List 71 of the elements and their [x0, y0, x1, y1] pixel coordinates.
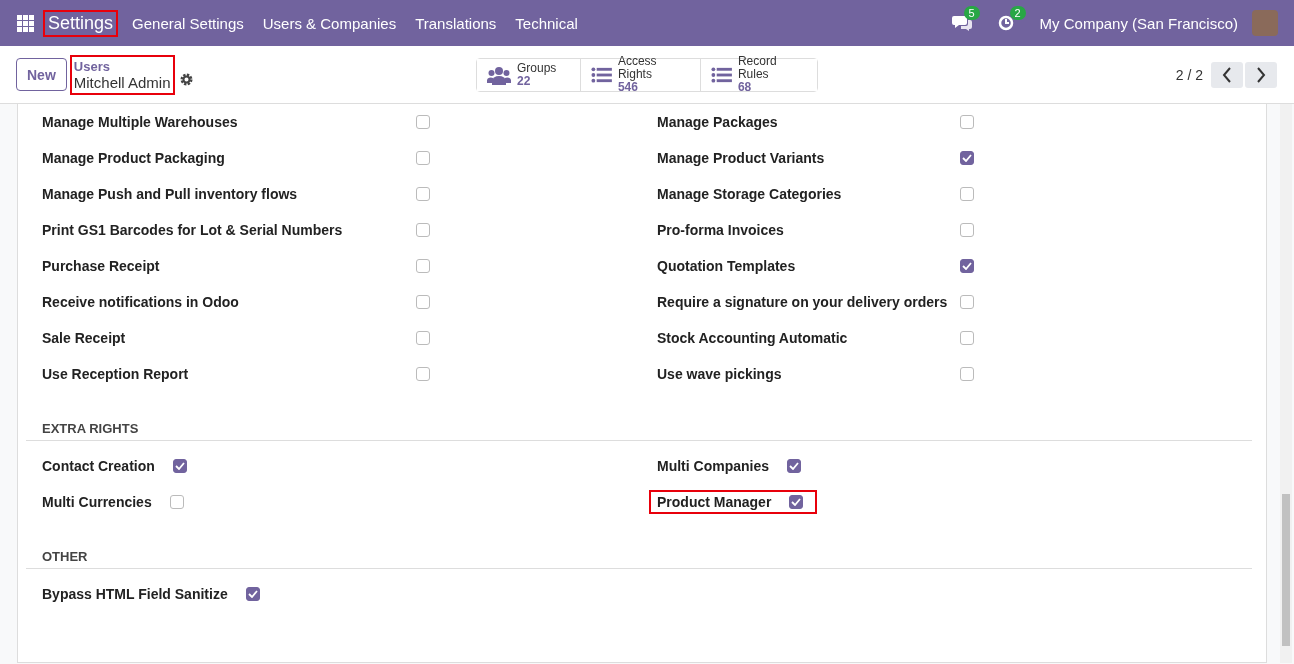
count-badge: 2	[1009, 6, 1026, 20]
users-icon	[487, 64, 511, 85]
checkbox[interactable]	[416, 367, 430, 381]
list-icon	[711, 65, 732, 84]
field-label: Manage Push and Pull inventory flows	[42, 186, 299, 202]
new-button[interactable]: New	[16, 58, 67, 91]
field-label: Use wave pickings	[657, 366, 783, 382]
field-label: Purchase Receipt	[42, 258, 161, 274]
record-title: Mitchell Admin	[73, 74, 171, 91]
checkbox[interactable]	[416, 331, 430, 345]
checkbox[interactable]	[172, 459, 187, 473]
checkbox[interactable]	[960, 331, 974, 345]
checkbox[interactable]	[960, 295, 974, 309]
app-grid-icon[interactable]	[17, 14, 34, 32]
section-heading: EXTRA RIGHTS	[26, 413, 1252, 441]
field-label: Print GS1 Barcodes for Lot & Serial Numbers	[42, 222, 344, 238]
checkbox[interactable]	[789, 495, 804, 509]
checkbox[interactable]	[960, 115, 974, 129]
pager-counter: 2 / 2	[1175, 66, 1203, 83]
checkbox[interactable]	[960, 151, 974, 165]
field-label: Multi Companies	[657, 458, 769, 474]
checkbox[interactable]	[416, 187, 430, 201]
chevron-right-icon[interactable]	[1256, 66, 1266, 83]
checkbox[interactable]	[416, 295, 430, 309]
field-label: Manage Product Packaging	[42, 150, 226, 166]
field-label: Bypass HTML Field Sanitize	[42, 586, 228, 602]
chevron-left-icon[interactable]	[1222, 66, 1232, 83]
checkbox[interactable]	[960, 223, 974, 237]
field-label: Pro-forma Invoices	[657, 222, 785, 238]
company-name[interactable]: My Company (San Francisco)	[1039, 14, 1238, 32]
field-label: Contact Creation	[42, 458, 155, 474]
scrollbar-thumb[interactable]	[1282, 494, 1290, 646]
checkbox[interactable]	[960, 259, 974, 273]
field-label: Require a signature on your delivery orders	[657, 294, 949, 310]
field-label: Stock Accounting Automatic	[657, 330, 849, 346]
field-label: Sale Receipt	[42, 330, 127, 346]
gear-icon[interactable]	[179, 73, 193, 86]
field-label: Manage Storage Categories	[657, 186, 843, 202]
scrollbar[interactable]	[1280, 104, 1292, 663]
smart-button[interactable]: Groups 22	[477, 58, 581, 91]
menu-item[interactable]: General Settings	[132, 14, 244, 32]
menu-item[interactable]: Technical	[515, 14, 578, 32]
field-label: Quotation Templates	[657, 258, 797, 274]
list-icon	[591, 65, 612, 84]
breadcrumb-link[interactable]: Users	[73, 58, 171, 75]
next-button[interactable]	[1245, 61, 1277, 88]
checkbox[interactable]	[416, 115, 430, 129]
clock-icon[interactable]	[997, 15, 1014, 31]
checkbox[interactable]	[245, 587, 260, 601]
avatar[interactable]	[1252, 10, 1278, 36]
checkbox[interactable]	[416, 259, 430, 273]
field-label: Manage Packages	[657, 114, 779, 130]
menu-item[interactable]: Translations	[415, 14, 497, 32]
checkbox[interactable]	[416, 223, 430, 237]
field-label: Manage Multiple Warehouses	[42, 114, 239, 130]
field-label: Receive notifications in Odoo	[42, 294, 240, 310]
checkbox[interactable]	[960, 367, 974, 381]
checkbox[interactable]	[416, 151, 430, 165]
field-label: Product Manager	[657, 494, 772, 510]
checkbox[interactable]	[960, 187, 974, 201]
checkbox[interactable]	[169, 495, 184, 509]
count-badge: 5	[963, 6, 980, 20]
field-label: Use Reception Report	[42, 366, 190, 382]
chat-icon[interactable]	[951, 15, 972, 31]
checkbox[interactable]	[787, 459, 801, 473]
field-label: Multi Currencies	[42, 494, 152, 510]
section-heading: OTHER	[26, 541, 1252, 569]
previous-button[interactable]	[1211, 61, 1243, 88]
field-label: Manage Product Variants	[657, 150, 826, 166]
app-title[interactable]: Settings	[43, 9, 119, 37]
menu-item[interactable]: Users & Companies	[262, 14, 397, 32]
